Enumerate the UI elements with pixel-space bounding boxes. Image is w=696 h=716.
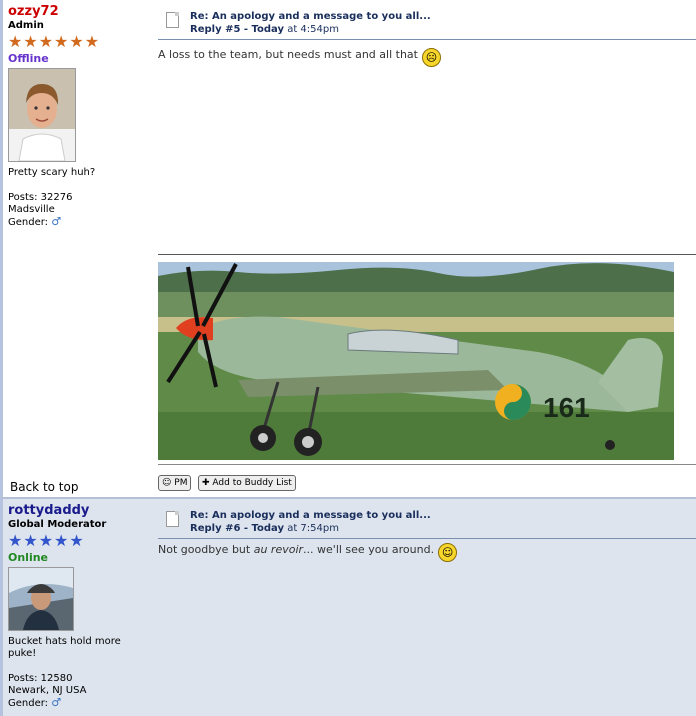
online-status: Online <box>8 551 49 564</box>
post-6: rottydaddy Global Moderator ★ ★ ★ ★ ★ On… <box>0 497 696 716</box>
star-icon: ★ <box>8 531 23 550</box>
signature: Pretty scary huh? <box>8 167 96 178</box>
online-status: Offline <box>8 52 49 65</box>
gender: Gender: ♂ <box>8 215 62 229</box>
happy-smiley-icon: ☺ <box>438 543 458 562</box>
post-meta: Reply #6 - Today at 7:54pm <box>190 523 339 534</box>
post-count: Posts: 32276 <box>8 192 73 203</box>
post-header: Re: An apology and a message to you all.… <box>158 505 696 539</box>
poster-username[interactable]: rottydaddy <box>8 503 148 518</box>
avatar <box>8 68 76 162</box>
post-message: Not goodbye but au revoir... we'll see y… <box>158 543 458 562</box>
document-icon <box>166 511 179 527</box>
reply-number[interactable]: Reply #6 - Today <box>190 523 284 534</box>
sad-smiley-icon: ☹ <box>421 48 441 67</box>
signature-image: 161 <box>158 262 674 460</box>
post-time: at 7:54pm <box>287 523 339 534</box>
footer-separator <box>158 464 696 465</box>
star-icon: ★ <box>54 531 69 550</box>
post-title[interactable]: Re: An apology and a message to you all.… <box>190 11 431 22</box>
avatar <box>8 567 74 631</box>
location: Madsville <box>8 204 55 215</box>
pm-button[interactable]: ☺ PM <box>158 475 192 491</box>
poster-info: rottydaddy Global Moderator ★ ★ ★ ★ ★ On… <box>8 503 148 710</box>
star-icon: ★ <box>23 32 38 51</box>
poster-role: Global Moderator <box>8 519 107 530</box>
back-to-top-link[interactable]: Back to top <box>10 480 78 494</box>
star-icon: ★ <box>23 531 38 550</box>
post-message: A loss to the team, but needs must and a… <box>158 48 441 67</box>
user-icon: ☺ <box>162 478 172 488</box>
post-header: Re: An apology and a message to you all.… <box>158 6 696 40</box>
star-icon: ★ <box>8 32 23 51</box>
poster-stats: Posts: 12580 Newark, NJ USA Gender: ♂ <box>8 673 148 710</box>
poster-username[interactable]: ozzy72 <box>8 4 148 19</box>
star-icon: ★ <box>69 531 84 550</box>
aircraft-marking: 161 <box>543 392 590 423</box>
add-user-icon: ✚ <box>202 478 210 488</box>
post-title[interactable]: Re: An apology and a message to you all.… <box>190 510 431 521</box>
reply-number[interactable]: Reply #5 - Today <box>190 24 284 35</box>
document-icon <box>166 12 179 28</box>
star-icon: ★ <box>54 32 69 51</box>
male-icon: ♂ <box>51 215 62 228</box>
signature: Bucket hats hold more puke! <box>8 636 121 659</box>
post-meta: Reply #5 - Today at 4:54pm <box>190 24 339 35</box>
post-time: at 4:54pm <box>287 24 339 35</box>
star-icon: ★ <box>38 531 54 550</box>
poster-info: ozzy72 Admin ★ ★ ★ ★ ★ ★ Offline Pretty … <box>8 4 148 229</box>
rank-stars: ★ ★ ★ ★ ★ <box>8 533 148 549</box>
gender: Gender: ♂ <box>8 696 62 710</box>
male-icon: ♂ <box>51 696 62 709</box>
star-icon: ★ <box>38 32 54 51</box>
star-icon: ★ <box>84 32 100 51</box>
post-5: ozzy72 Admin ★ ★ ★ ★ ★ ★ Offline Pretty … <box>0 0 696 497</box>
post-count: Posts: 12580 <box>8 673 73 684</box>
signature-separator <box>158 254 696 255</box>
poster-stats: Posts: 32276 Madsville Gender: ♂ <box>8 192 148 229</box>
poster-role: Admin <box>8 20 44 31</box>
rank-stars: ★ ★ ★ ★ ★ ★ <box>8 34 148 50</box>
location: Newark, NJ USA <box>8 685 87 696</box>
star-icon: ★ <box>69 32 84 51</box>
add-buddy-button[interactable]: ✚ Add to Buddy List <box>198 475 296 491</box>
